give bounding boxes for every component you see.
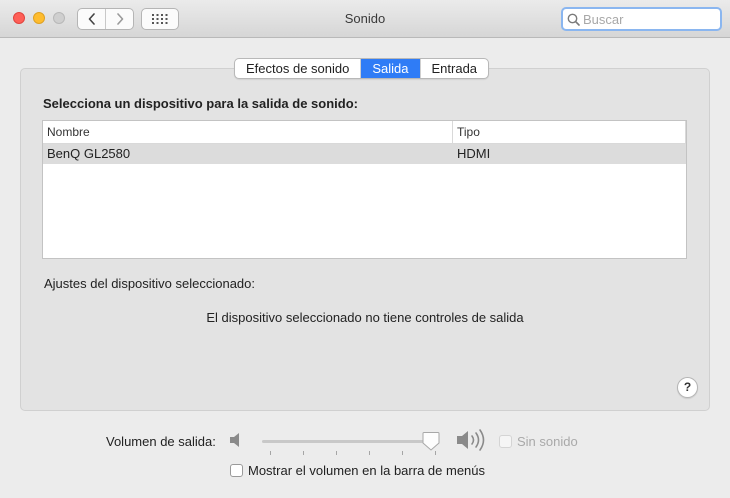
slider-tick [270,451,271,455]
column-header-name[interactable]: Nombre [43,121,453,143]
tab-efectos-de-sonido[interactable]: Efectos de sonido [235,59,360,78]
search-field[interactable] [561,7,722,31]
slider-tick [303,451,304,455]
device-type-cell: HDMI [457,146,491,161]
device-name-cell: BenQ GL2580 [47,146,131,161]
mute-checkbox-box [499,435,512,448]
search-input[interactable] [583,11,713,27]
volume-slider[interactable] [262,431,452,455]
slider-tick [369,451,370,455]
no-controls-message: El dispositivo seleccionado no tiene con… [206,310,524,325]
help-button[interactable]: ? [677,377,698,398]
title-bar: Sonido [0,0,730,38]
output-heading: Selecciona un dispositivo para la salida… [43,96,358,111]
tab-bar: Efectos de sonido Salida Entrada [234,58,490,79]
volume-slider-thumb[interactable] [422,431,440,451]
tab-entrada[interactable]: Entrada [419,59,489,78]
table-row[interactable]: BenQ GL2580 HDMI [43,144,686,164]
speaker-high-icon [457,429,485,451]
table-header: Nombre Tipo [43,121,686,144]
device-settings-label: Ajustes del dispositivo seleccionado: [44,276,256,291]
volume-slider-track [262,440,438,443]
slider-tick [336,451,337,455]
slider-tick [402,451,403,455]
show-volume-in-menubar-checkbox[interactable]: Mostrar el volumen en la barra de menús [230,463,485,478]
column-header-type[interactable]: Tipo [453,121,686,143]
output-device-table: Nombre Tipo BenQ GL2580 HDMI [42,120,687,259]
show-volume-checkbox-box[interactable] [230,464,243,477]
mute-checkbox: Sin sonido [499,434,578,449]
show-volume-label: Mostrar el volumen en la barra de menús [248,463,486,478]
tab-salida[interactable]: Salida [360,59,420,78]
output-volume-label: Volumen de salida: [106,434,216,449]
speaker-low-icon [230,433,239,447]
search-icon [567,13,580,26]
mute-label: Sin sonido [517,434,578,449]
slider-tick [435,451,436,455]
help-icon: ? [683,380,692,394]
